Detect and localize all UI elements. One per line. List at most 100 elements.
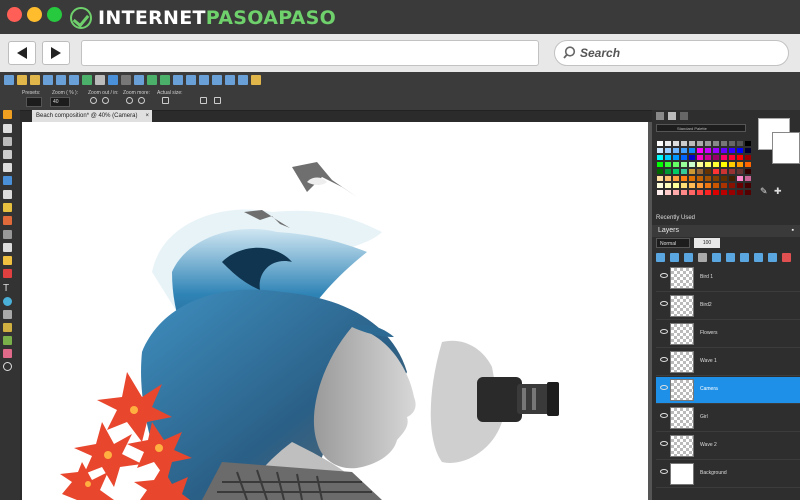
color-swatch[interactable] <box>704 154 712 161</box>
color-swatch[interactable] <box>656 154 664 161</box>
color-swatch[interactable] <box>728 175 736 182</box>
color-swatch[interactable] <box>744 182 752 189</box>
save-icon[interactable] <box>43 75 53 85</box>
color-swatch[interactable] <box>688 189 696 196</box>
color-swatch[interactable] <box>664 161 672 168</box>
color-swatches[interactable] <box>656 140 752 196</box>
color-swatch[interactable] <box>688 140 696 147</box>
visibility-eye-icon[interactable] <box>660 273 668 278</box>
color-swatch[interactable] <box>688 182 696 189</box>
visibility-eye-icon[interactable] <box>660 441 668 446</box>
color-swatch[interactable] <box>656 175 664 182</box>
color-swatch[interactable] <box>728 154 736 161</box>
layer-row[interactable]: Wave 1 <box>656 349 800 376</box>
color-swatch[interactable] <box>744 168 752 175</box>
text-tool-icon[interactable]: T <box>3 284 12 294</box>
layer-link-icon[interactable] <box>754 253 763 262</box>
blend-mode-dropdown[interactable]: Normal <box>656 238 690 248</box>
color-swatch[interactable] <box>656 147 664 154</box>
layer-text-icon[interactable] <box>656 253 665 262</box>
color-swatch[interactable] <box>720 175 728 182</box>
frame-tab-icon[interactable] <box>680 112 688 120</box>
layer-raster-icon[interactable] <box>670 253 679 262</box>
document-tab[interactable]: Beach composition* @ 40% (Camera) × <box>32 110 152 122</box>
color-swatch[interactable] <box>672 168 680 175</box>
layer-group-icon[interactable] <box>712 253 721 262</box>
save-as-icon[interactable] <box>56 75 66 85</box>
zoom-more-out-button[interactable] <box>126 97 133 104</box>
crop-icon[interactable] <box>134 75 144 85</box>
add-icon[interactable]: ✚ <box>774 186 782 197</box>
layer-row[interactable]: Bird 1 <box>656 265 800 292</box>
color-swatch[interactable] <box>728 140 736 147</box>
layer-properties-icon[interactable] <box>768 253 777 262</box>
color-swatch[interactable] <box>704 168 712 175</box>
zoom-in-icon[interactable] <box>212 75 222 85</box>
color-swatch[interactable] <box>672 140 680 147</box>
color-swatch[interactable] <box>704 189 712 196</box>
layer-adjust-icon[interactable] <box>726 253 735 262</box>
color-swatch[interactable] <box>736 154 744 161</box>
color-swatch[interactable] <box>728 147 736 154</box>
search-box[interactable]: Search <box>554 40 789 66</box>
pick-tool-icon[interactable] <box>3 124 12 133</box>
color-swatch[interactable] <box>744 161 752 168</box>
eraser-tool-icon[interactable] <box>3 243 12 252</box>
color-swatch[interactable] <box>712 168 720 175</box>
close-document-icon[interactable]: × <box>145 110 149 122</box>
color-swatch[interactable] <box>736 175 744 182</box>
color-swatch[interactable] <box>680 175 688 182</box>
pan-tool-icon[interactable] <box>3 110 12 119</box>
color-swatch[interactable] <box>744 175 752 182</box>
forward-button[interactable] <box>42 41 70 65</box>
selection-tool-icon[interactable] <box>3 137 12 146</box>
swatches-tab-icon[interactable] <box>668 112 676 120</box>
color-swatch[interactable] <box>712 147 720 154</box>
color-swatch[interactable] <box>736 147 744 154</box>
layer-row[interactable]: Wave 2 <box>656 433 800 460</box>
fit-window-button[interactable] <box>200 97 207 104</box>
makeover-tool-icon[interactable] <box>3 203 12 212</box>
pen-tool-icon[interactable] <box>3 310 12 319</box>
visibility-eye-icon[interactable] <box>660 329 668 334</box>
zoom-more-in-button[interactable] <box>138 97 145 104</box>
color-swatch[interactable] <box>664 189 672 196</box>
color-swatch[interactable] <box>696 175 704 182</box>
color-swatch[interactable] <box>744 147 752 154</box>
color-swatch[interactable] <box>672 182 680 189</box>
straighten-tool-icon[interactable] <box>3 176 12 185</box>
background-color-swatch[interactable] <box>772 132 800 164</box>
color-swatch[interactable] <box>720 168 728 175</box>
visibility-eye-icon[interactable] <box>660 469 668 474</box>
color-swatch[interactable] <box>728 161 736 168</box>
actual-size-button[interactable] <box>162 97 169 104</box>
canvas-size-icon[interactable] <box>199 75 209 85</box>
color-swatch[interactable] <box>696 189 704 196</box>
color-swatch[interactable] <box>720 147 728 154</box>
resize-icon[interactable] <box>186 75 196 85</box>
color-swatch[interactable] <box>680 147 688 154</box>
address-bar[interactable] <box>81 40 539 66</box>
visibility-eye-icon[interactable] <box>660 413 668 418</box>
rotate-right-icon[interactable] <box>160 75 170 85</box>
color-swatch[interactable] <box>672 161 680 168</box>
maximize-window-button[interactable] <box>47 7 62 22</box>
undo-icon[interactable] <box>108 75 118 85</box>
color-swatch[interactable] <box>712 140 720 147</box>
visibility-eye-icon[interactable] <box>660 301 668 306</box>
zoom-value-field[interactable]: 40 <box>50 97 70 107</box>
color-swatch[interactable] <box>672 147 680 154</box>
color-swatch[interactable] <box>712 175 720 182</box>
color-swatch[interactable] <box>680 182 688 189</box>
color-swatch[interactable] <box>696 168 704 175</box>
color-swatch[interactable] <box>744 189 752 196</box>
browse-icon[interactable] <box>30 75 40 85</box>
color-swatch[interactable] <box>736 161 744 168</box>
color-swatch[interactable] <box>656 161 664 168</box>
color-swatch[interactable] <box>704 140 712 147</box>
picture-tube-tool-icon[interactable] <box>3 323 12 332</box>
zoom-in-button[interactable] <box>102 97 109 104</box>
layer-vector-icon[interactable] <box>684 253 693 262</box>
color-swatch[interactable] <box>680 140 688 147</box>
color-swatch[interactable] <box>712 189 720 196</box>
